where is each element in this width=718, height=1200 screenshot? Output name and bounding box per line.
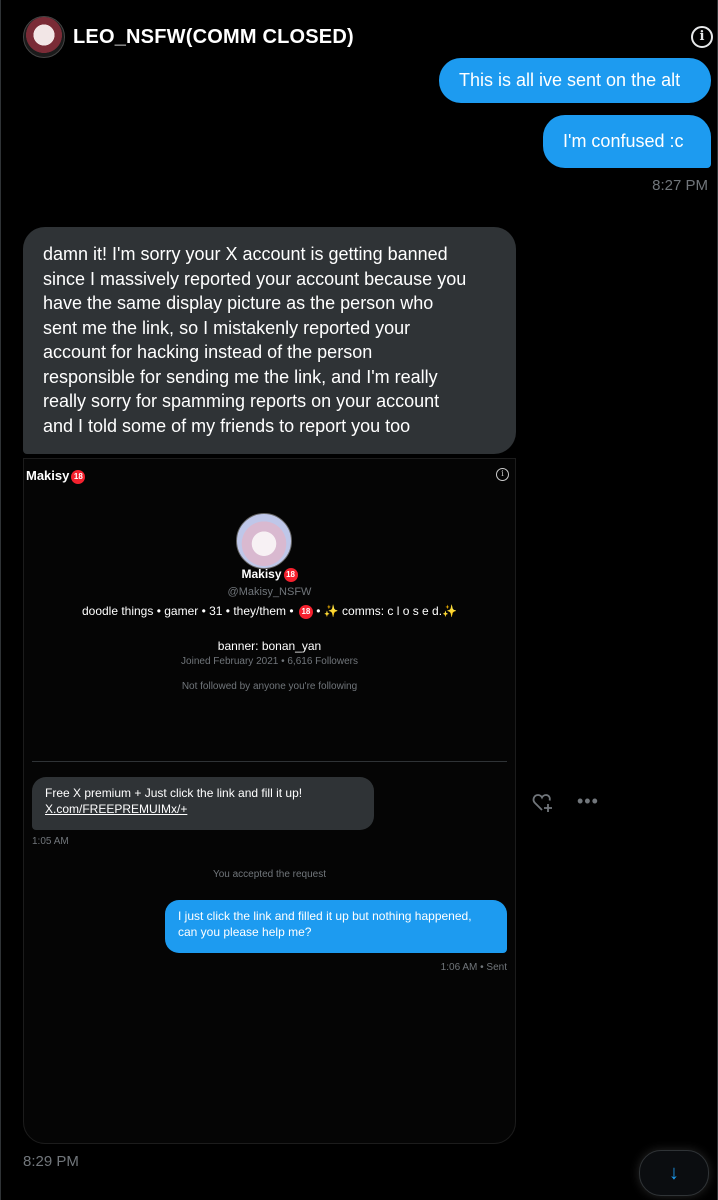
screenshot-profile-bio: doodle things • gamer • 31 • they/them •… xyxy=(81,604,458,619)
message-line: have the same display picture as the per… xyxy=(43,293,434,313)
screenshot-timestamp: 1:05 AM xyxy=(32,836,69,847)
message-timestamp: 8:27 PM xyxy=(652,177,708,194)
screenshot-banner-credit: banner: bonan_yan xyxy=(217,639,322,653)
screenshot-followed-info: Not followed by anyone you're following xyxy=(181,681,358,692)
message-line: damn it! I'm sorry your X account is get… xyxy=(43,244,448,264)
conversation-panel: LEO_NSFW(COMM CLOSED) i This is all ive … xyxy=(0,0,718,1200)
received-message-bubble[interactable]: damn it! I'm sorry your X account is get… xyxy=(23,227,516,454)
message-line: really sorry for spamming reports on you… xyxy=(43,391,440,411)
message-line: sent me the link, so I mistakenly report… xyxy=(43,317,411,338)
screenshot-sent-bubble: I just click the link and filled it up b… xyxy=(165,900,507,953)
heart-plus-icon[interactable] xyxy=(532,793,554,818)
sent-message-bubble[interactable]: This is all ive sent on the alt xyxy=(439,58,711,103)
attached-screenshot-image[interactable]: Makisy 18 i Makisy 18 @Makisy_NSFW doodle … xyxy=(23,458,516,1144)
message-line: since I massively reported your account … xyxy=(43,268,467,289)
contact-name[interactable]: LEO_NSFW(COMM CLOSED) xyxy=(73,26,354,49)
message-line: and I told some of my friends to report … xyxy=(43,415,411,436)
message-line: account for hacking instead of the perso… xyxy=(43,342,373,362)
screenshot-profile-avatar xyxy=(236,513,292,569)
arrow-down-icon: ↓ xyxy=(669,1162,679,1184)
screenshot-profile-name: Makisy 18 xyxy=(24,567,515,582)
screenshot-joined-info: Joined February 2021 • 6,616 Followers xyxy=(181,656,358,667)
screenshot-received-bubble: Free X premium + Just click the link and… xyxy=(32,777,374,830)
screenshot-contact-name: Makisy 18 xyxy=(26,468,86,484)
age-badge: 18 xyxy=(71,469,86,484)
more-icon[interactable]: ••• xyxy=(577,791,599,812)
heart-plus-icon-svg xyxy=(532,794,552,812)
screenshot-profile-handle: @Makisy_NSFW xyxy=(227,586,312,598)
screenshot-phishing-link: X.com/FREEPREMUIMx/+ xyxy=(45,801,188,816)
scroll-to-bottom-button[interactable]: ↓ xyxy=(639,1150,709,1196)
contact-avatar[interactable] xyxy=(23,16,65,58)
info-icon[interactable]: i xyxy=(691,26,713,48)
screenshot-accepted-notice: You accepted the request xyxy=(212,869,327,880)
message-line: responsible for sending me the link, and… xyxy=(43,366,438,387)
screenshot-info-icon: i xyxy=(496,468,509,481)
screenshot-timestamp: 1:06 AM • Sent xyxy=(440,962,507,973)
message-timestamp: 8:29 PM xyxy=(23,1153,79,1170)
screenshot-divider xyxy=(32,761,507,762)
age-badge: 18 xyxy=(283,567,298,582)
age-badge: 18 xyxy=(298,604,313,619)
sent-message-bubble[interactable]: I'm confused :c xyxy=(543,115,711,168)
